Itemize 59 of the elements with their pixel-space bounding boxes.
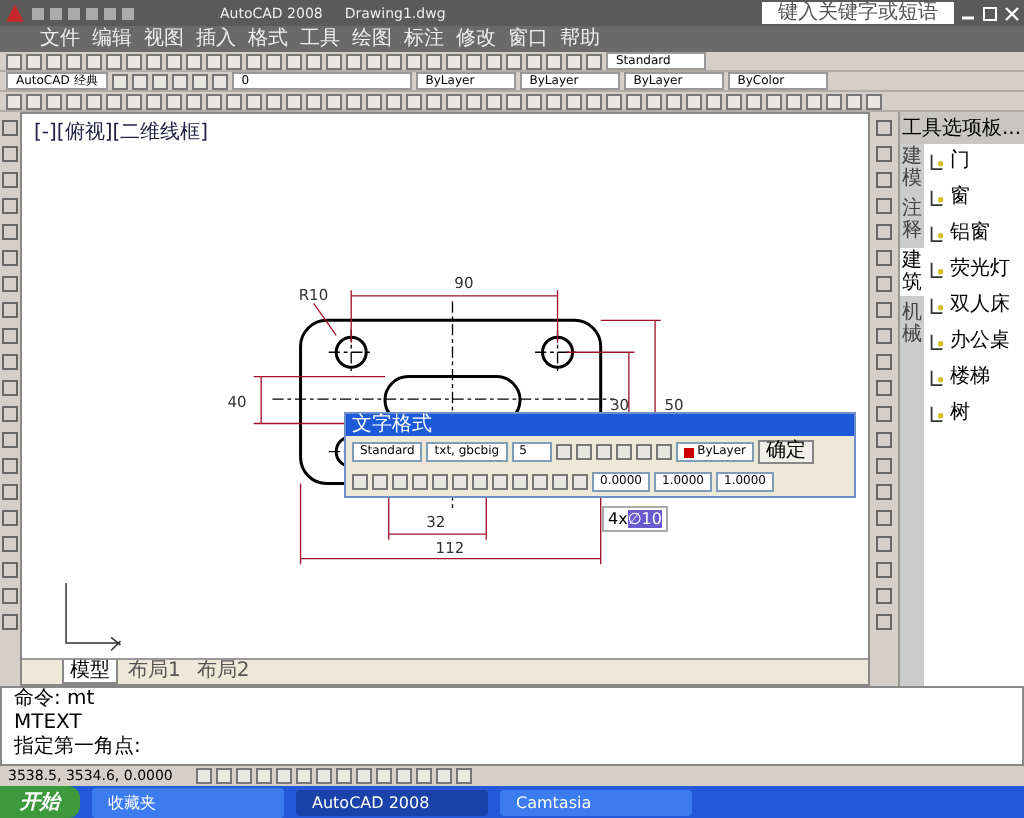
palette-item[interactable]: 楼梯 <box>950 366 990 388</box>
block-icon[interactable] <box>928 331 946 351</box>
dimension-label: R10 <box>298 285 329 304</box>
block-icon[interactable] <box>928 187 946 207</box>
palette-tab[interactable]: 注释 <box>900 196 924 244</box>
menu-item[interactable]: 窗口 <box>508 27 548 51</box>
dimension-label: 50 <box>664 396 684 415</box>
ok-button[interactable]: 确定 <box>757 440 814 464</box>
search-field[interactable]: 键入关键字或短语 <box>762 2 954 24</box>
block-icon[interactable] <box>928 151 946 171</box>
dimension-label: 32 <box>426 512 446 531</box>
menu-item[interactable]: 格式 <box>248 27 288 51</box>
block-icon[interactable] <box>928 223 946 243</box>
palette-tab[interactable]: 机械 <box>900 300 924 348</box>
dimension-label: 30 <box>610 396 630 415</box>
palette-item[interactable]: 树 <box>950 402 970 424</box>
command-line: MTEXT <box>14 712 84 735</box>
taskbar-button[interactable]: AutoCAD 2008 <box>296 789 488 815</box>
menu-item[interactable]: 编辑 <box>92 27 132 51</box>
menu-item[interactable]: 文件 <box>40 27 80 51</box>
palette-item[interactable]: 门 <box>950 150 970 172</box>
block-icon[interactable] <box>928 295 946 315</box>
palette-tab[interactable]: 建模 <box>900 144 924 192</box>
dimension-label: 112 <box>435 538 465 557</box>
viewport-label[interactable]: [-][俯视][二维线框] <box>34 118 209 146</box>
menu-item[interactable]: 工具 <box>300 27 340 51</box>
layout-tab[interactable]: 布局2 <box>190 660 256 684</box>
dimension-label: 40 <box>227 392 247 411</box>
text-entry-box[interactable]: 4x∅10 <box>602 506 668 532</box>
command-window[interactable]: 命令: mt MTEXT 指定第一角点: <box>0 686 1024 766</box>
palette-item[interactable]: 铝窗 <box>950 222 990 244</box>
start-button[interactable]: 开始 <box>0 786 80 818</box>
maximize-icon[interactable] <box>982 5 998 21</box>
command-line: 命令: mt <box>14 688 97 712</box>
menu-item[interactable]: 标注 <box>404 27 444 51</box>
menu-item[interactable]: 绘图 <box>352 27 392 51</box>
close-icon[interactable] <box>1004 5 1020 21</box>
layout-tab[interactable]: 模型 <box>62 660 118 684</box>
ucs-icon <box>65 582 122 652</box>
menu-item[interactable]: 帮助 <box>560 27 600 51</box>
palette-item[interactable]: 办公桌 <box>950 330 1010 352</box>
dimension-label: 90 <box>454 274 474 293</box>
palette-item[interactable]: 窗 <box>950 186 970 208</box>
palette-item[interactable]: 荧光灯 <box>950 258 1010 280</box>
palette-tab[interactable]: 建筑 <box>900 248 924 296</box>
block-icon[interactable] <box>928 367 946 387</box>
menu-item[interactable]: 插入 <box>196 27 236 51</box>
palette-title: 工具选项板... <box>900 112 1024 144</box>
entry-text: 4x∅10 <box>608 510 662 528</box>
command-line: 指定第一角点: <box>14 736 143 760</box>
layout-tab[interactable]: 布局1 <box>122 660 187 684</box>
menu-item[interactable]: 视图 <box>144 27 184 51</box>
taskbar-button[interactable]: 收藏夹 <box>92 787 284 817</box>
block-icon[interactable] <box>928 259 946 279</box>
toolbar-title: 文字格式 <box>346 414 854 436</box>
menu-item[interactable]: 修改 <box>456 27 496 51</box>
taskbar-button[interactable]: Camtasia <box>500 789 692 815</box>
palette-item[interactable]: 双人床 <box>950 294 1010 316</box>
block-icon[interactable] <box>928 403 946 423</box>
